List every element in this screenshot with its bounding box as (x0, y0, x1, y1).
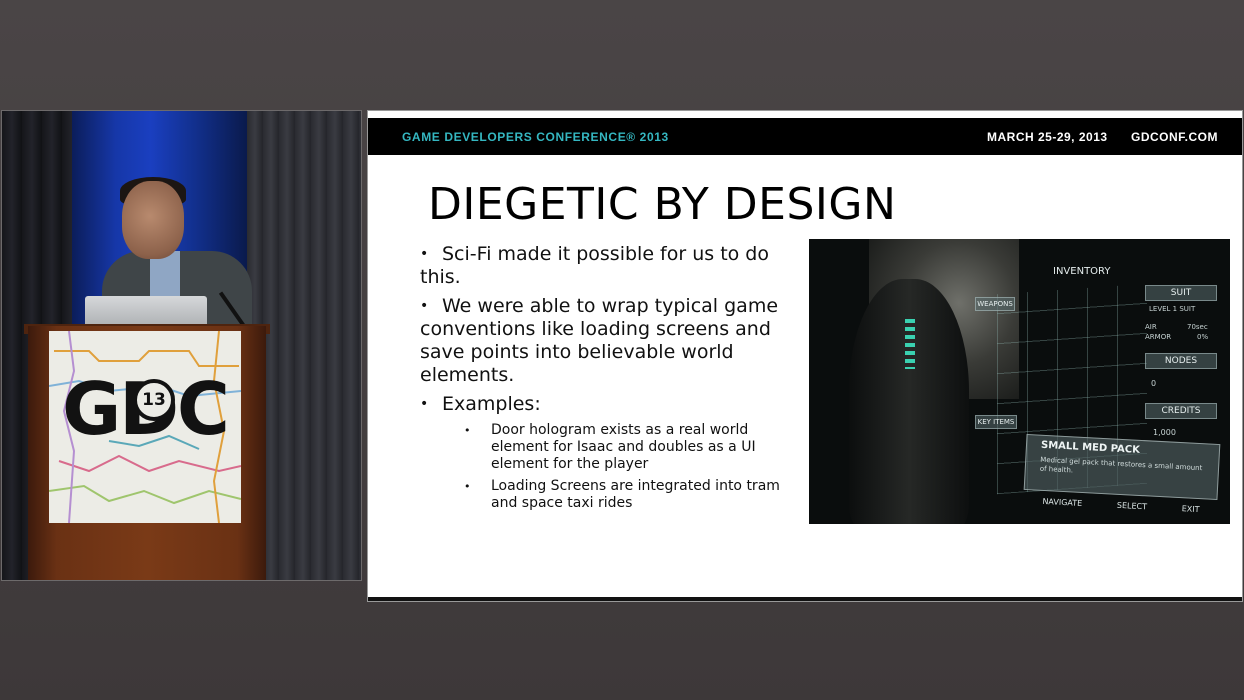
conference-site: GDCONF.COM (1131, 130, 1218, 144)
air-label: AIR (1145, 323, 1157, 331)
bullet-item: • Examples: (420, 393, 810, 416)
bullet-text: Examples: (442, 393, 541, 415)
speaker-video: GDC 13 (1, 110, 362, 581)
bullet-dot: • (420, 396, 429, 412)
nodes-header: NODES (1145, 353, 1217, 369)
conference-banner: GAME DEVELOPERS CONFERENCE® 2013 MARCH 2… (368, 118, 1242, 155)
health-spine (905, 319, 915, 369)
conference-dates: MARCH 25-29, 2013 (987, 130, 1108, 144)
armor-value: 0% (1197, 333, 1209, 341)
suit-level: LEVEL 1 SUIT (1149, 305, 1196, 313)
slide-title: DIEGETIC BY DESIGN (428, 179, 897, 230)
bullet-text: We were able to wrap typical game conven… (420, 295, 779, 386)
game-character (849, 279, 969, 524)
weapons-tab: WEAPONS (975, 297, 1015, 311)
credits-value: 1,000 (1153, 428, 1176, 437)
bullet-item: • We were able to wrap typical game conve… (420, 295, 810, 387)
med-pack-title: SMALL MED PACK (1040, 439, 1141, 456)
exit-hint: EXIT (1181, 503, 1200, 514)
inventory-title: INVENTORY (1053, 266, 1111, 277)
bullet-list: • Sci-Fi made it possible for us to do th… (420, 243, 810, 517)
sub-bullet-text: Door hologram exists as a real world ele… (491, 422, 756, 472)
bullet-dot: • (420, 298, 429, 314)
slide-bottom-rule (368, 597, 1242, 601)
presentation-slide: GAME DEVELOPERS CONFERENCE® 2013 MARCH 2… (367, 110, 1243, 602)
bullet-dot: • (420, 246, 429, 262)
conference-name: GAME DEVELOPERS CONFERENCE® 2013 (402, 130, 669, 144)
bullet-text: Sci-Fi made it possible for us to do thi… (420, 243, 769, 288)
air-value: 70sec (1187, 323, 1208, 331)
bullet-dot: • (464, 480, 471, 493)
med-pack-panel: SMALL MED PACK Medical gel pack that res… (1023, 433, 1221, 501)
sub-bullet-text: Loading Screens are integrated into tram… (491, 478, 780, 511)
suit-header: SUIT (1145, 285, 1217, 301)
key-items-tab: KEY ITEMS (975, 415, 1017, 429)
credits-header: CREDITS (1145, 403, 1217, 419)
game-screenshot: INVENTORY WEAPONS KEY ITEMS SUIT LEVEL 1… (809, 239, 1230, 524)
sub-bullet-item: • Door hologram exists as a real world el… (464, 422, 810, 473)
speaker-head (122, 181, 184, 259)
select-hint: SELECT (1116, 500, 1148, 511)
sub-bullet-item: • Loading Screens are integrated into tra… (464, 478, 810, 512)
nodes-value: 0 (1151, 379, 1157, 388)
gdc-13-badge: 13 (133, 379, 175, 421)
bullet-item: • Sci-Fi made it possible for us to do th… (420, 243, 810, 289)
armor-label: ARMOR (1145, 333, 1172, 341)
med-pack-description: Medical gel pack that restores a small a… (1039, 455, 1203, 475)
gdc-podium-sign: GDC 13 (49, 331, 241, 523)
navigate-hint: NAVIGATE (1042, 496, 1083, 508)
bullet-dot: • (464, 424, 471, 437)
